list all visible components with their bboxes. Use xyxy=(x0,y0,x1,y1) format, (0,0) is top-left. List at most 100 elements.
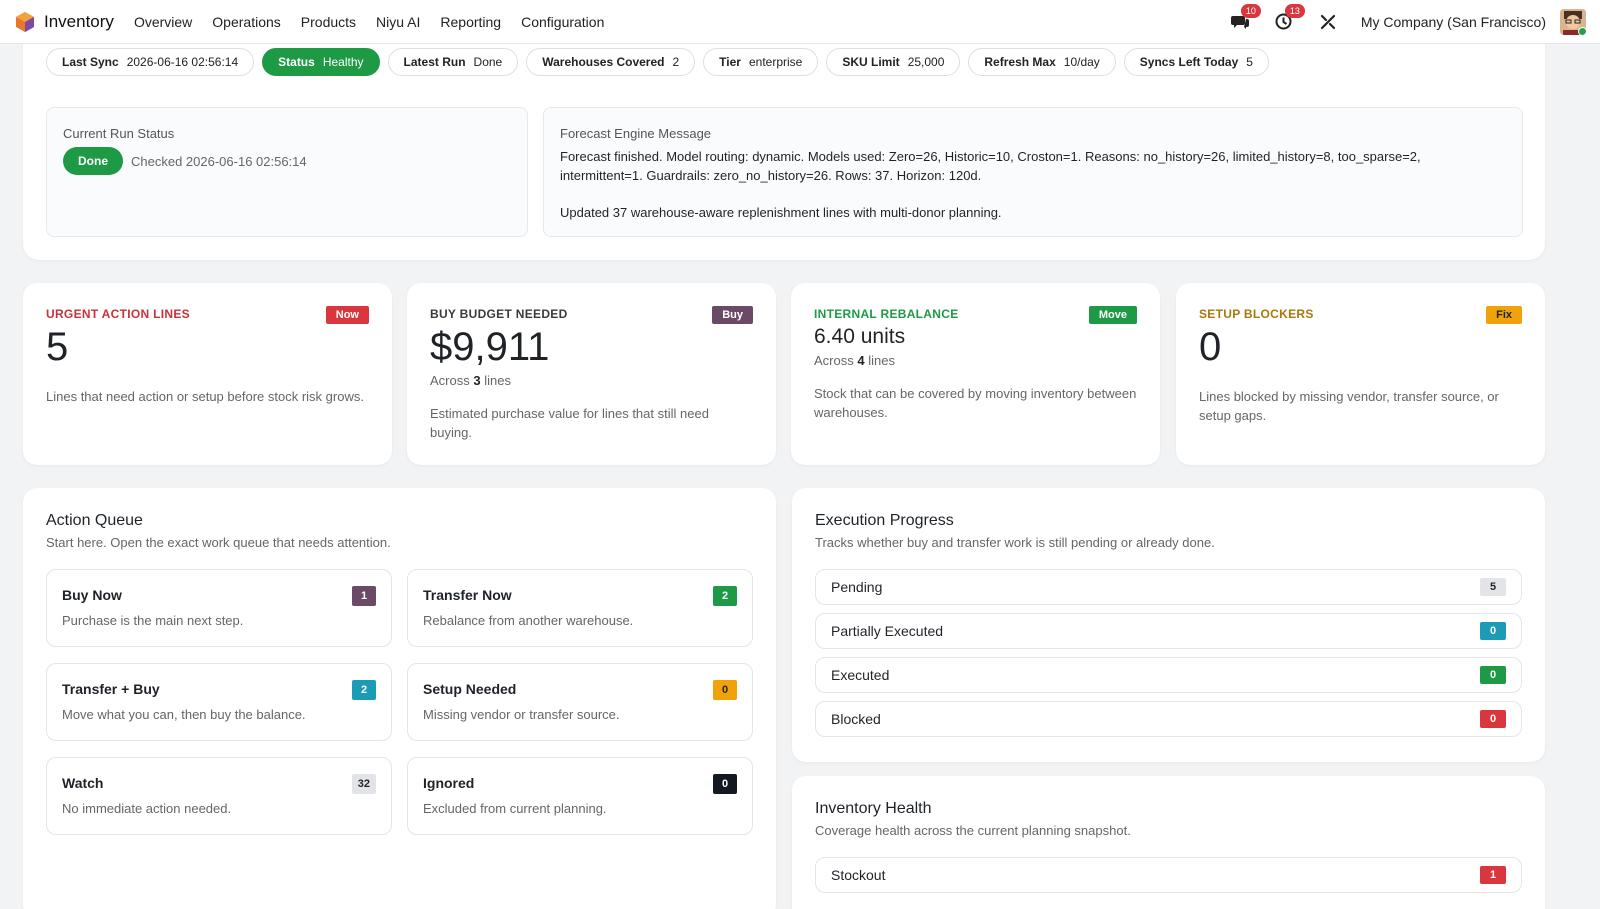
forecast-update-message: Updated 37 warehouse-aware replenishment… xyxy=(560,205,1002,220)
queue-card-desc: Missing vendor or transfer source. xyxy=(423,707,620,722)
pill-value: Healthy xyxy=(322,55,364,69)
app-name[interactable]: Inventory xyxy=(44,12,114,32)
kpi-setup-blockers[interactable]: SETUP BLOCKERS Fix 0 Lines blocked by mi… xyxy=(1176,283,1545,465)
pill-latest-run: Latest Run Done xyxy=(387,48,519,76)
action-queue-grid: Buy Now Purchase is the main next step. … xyxy=(46,569,753,835)
inventory-health-title: Inventory Health xyxy=(815,800,932,817)
pill-value: 2026-06-16 02:56:14 xyxy=(126,55,239,69)
queue-card-name: Setup Needed xyxy=(423,681,517,697)
across-suffix: lines xyxy=(868,353,895,368)
exec-row-partially-executed[interactable]: Partially Executed 0 xyxy=(815,613,1522,649)
activities-button[interactable]: 13 xyxy=(1273,3,1305,33)
pill-value: enterprise xyxy=(748,55,803,69)
pill-warehouses-covered: Warehouses Covered 2 xyxy=(526,48,696,76)
execution-progress-panel: Execution Progress Tracks whether buy an… xyxy=(792,488,1545,762)
execution-progress-title: Execution Progress xyxy=(815,512,954,529)
kpi-tag-fix: Fix xyxy=(1486,306,1522,324)
queue-card-desc: Excluded from current planning. xyxy=(423,801,607,816)
tools-icon xyxy=(1320,14,1335,29)
pill-value: Done xyxy=(473,55,503,69)
activities-count-badge: 13 xyxy=(1284,3,1305,18)
pill-value: 10/day xyxy=(1063,55,1100,69)
kpi-value: 5 xyxy=(46,325,69,369)
action-queue-subtitle: Start here. Open the exact work queue th… xyxy=(46,535,391,550)
pill-label: SKU Limit xyxy=(842,55,900,69)
menu-products[interactable]: Products xyxy=(301,14,356,30)
run-done-badge: Done xyxy=(63,147,123,175)
queue-card-watch[interactable]: Watch No immediate action needed. 32 xyxy=(46,757,392,835)
kpi-value: 6.40 units xyxy=(814,325,906,348)
queue-card-name: Watch xyxy=(62,775,104,791)
exec-row-label: Partially Executed xyxy=(831,623,944,639)
pill-syncs-left: Syncs Left Today 5 xyxy=(1123,48,1269,76)
queue-card-ignored[interactable]: Ignored Excluded from current planning. … xyxy=(407,757,753,835)
across-prefix: Across xyxy=(814,353,854,368)
queue-card-name: Buy Now xyxy=(62,587,122,603)
debug-tools-button[interactable] xyxy=(1317,11,1339,33)
queue-card-desc: Purchase is the main next step. xyxy=(62,613,244,628)
queue-card-transfer-buy[interactable]: Transfer + Buy Move what you can, then b… xyxy=(46,663,392,741)
kpi-value: $9,911 xyxy=(430,325,550,369)
pill-sku-limit: SKU Limit 25,000 xyxy=(826,48,961,76)
menu-configuration[interactable]: Configuration xyxy=(521,14,604,30)
exec-row-executed[interactable]: Executed 0 xyxy=(815,657,1522,693)
queue-count-badge: 1 xyxy=(352,586,376,606)
across-prefix: Across xyxy=(430,373,470,388)
health-count-badge: 1 xyxy=(1480,866,1506,884)
kpi-internal-rebalance[interactable]: INTERNAL REBALANCE Move 6.40 units Acros… xyxy=(791,283,1160,465)
kpi-urgent-action-lines[interactable]: URGENT ACTION LINES Now 5 Lines that nee… xyxy=(23,283,392,465)
across-count: 4 xyxy=(857,353,865,368)
queue-card-name: Transfer Now xyxy=(423,587,512,603)
menu-overview[interactable]: Overview xyxy=(134,14,192,30)
kpi-title: URGENT ACTION LINES xyxy=(46,307,190,321)
navbar-systray: 10 13 My Company (San Francisco) xyxy=(1229,3,1586,35)
queue-count-badge: 0 xyxy=(713,680,737,700)
exec-row-label: Executed xyxy=(831,667,890,683)
queue-card-name: Ignored xyxy=(423,775,475,791)
exec-row-label: Blocked xyxy=(831,711,881,727)
sync-status-panel: Last Sync 2026-06-16 02:56:14 Status Healt… xyxy=(23,30,1545,260)
pill-value: 5 xyxy=(1246,55,1253,69)
menu-reporting[interactable]: Reporting xyxy=(440,14,501,30)
pill-label: Last Sync xyxy=(62,55,119,69)
queue-card-desc: Rebalance from another warehouse. xyxy=(423,613,634,628)
exec-row-blocked[interactable]: Blocked 0 xyxy=(815,701,1522,737)
pill-label: Warehouses Covered xyxy=(542,55,665,69)
exec-row-pending[interactable]: Pending 5 xyxy=(815,569,1522,605)
exec-count-badge: 0 xyxy=(1480,622,1506,640)
queue-count-badge: 2 xyxy=(713,586,737,606)
kpi-value: 0 xyxy=(1199,325,1222,369)
kpi-across-lines: Across 3 lines xyxy=(430,373,753,388)
forecast-label: Forecast Engine Message xyxy=(560,126,712,141)
queue-card-name: Transfer + Buy xyxy=(62,681,160,697)
queue-card-buy-now[interactable]: Buy Now Purchase is the main next step. … xyxy=(46,569,392,647)
queue-count-badge: 2 xyxy=(352,680,376,700)
pill-value: 25,000 xyxy=(907,55,945,69)
menu-niyu-ai[interactable]: Niyu AI xyxy=(376,14,420,30)
forecast-engine-card: Forecast Engine Message Forecast finishe… xyxy=(543,107,1523,237)
app-logo-icon[interactable] xyxy=(14,11,36,33)
pill-tier: Tier enterprise xyxy=(703,48,819,76)
avatar[interactable] xyxy=(1560,8,1586,35)
pill-label: Syncs Left Today xyxy=(1139,55,1239,69)
pill-value: 2 xyxy=(672,55,680,69)
kpi-title: SETUP BLOCKERS xyxy=(1199,307,1314,321)
exec-row-label: Pending xyxy=(831,579,883,595)
queue-card-setup-needed[interactable]: Setup Needed Missing vendor or transfer … xyxy=(407,663,753,741)
forecast-message: Forecast finished. Model routing: dynami… xyxy=(560,149,1421,183)
company-switcher[interactable]: My Company (San Francisco) xyxy=(1361,14,1546,30)
execution-rows: Pending 5 Partially Executed 0 Executed … xyxy=(815,569,1522,745)
kpi-description: Estimated purchase value for lines that … xyxy=(430,406,709,440)
kpi-tag-buy: Buy xyxy=(712,306,753,324)
kpi-title: BUY BUDGET NEEDED xyxy=(430,307,568,321)
kpi-tag-now: Now xyxy=(325,306,369,324)
messages-button[interactable]: 10 xyxy=(1229,3,1261,33)
health-row-stockout[interactable]: Stockout 1 xyxy=(815,857,1522,893)
run-status-label: Current Run Status xyxy=(63,126,175,141)
menu-operations[interactable]: Operations xyxy=(212,14,280,30)
pill-last-sync: Last Sync 2026-06-16 02:56:14 xyxy=(46,48,255,76)
queue-card-transfer-now[interactable]: Transfer Now Rebalance from another ware… xyxy=(407,569,753,647)
kpi-buy-budget-needed[interactable]: BUY BUDGET NEEDED Buy $9,911 Across 3 li… xyxy=(407,283,776,465)
pill-label: Latest Run xyxy=(403,55,466,69)
pill-label: Tier xyxy=(719,55,741,69)
